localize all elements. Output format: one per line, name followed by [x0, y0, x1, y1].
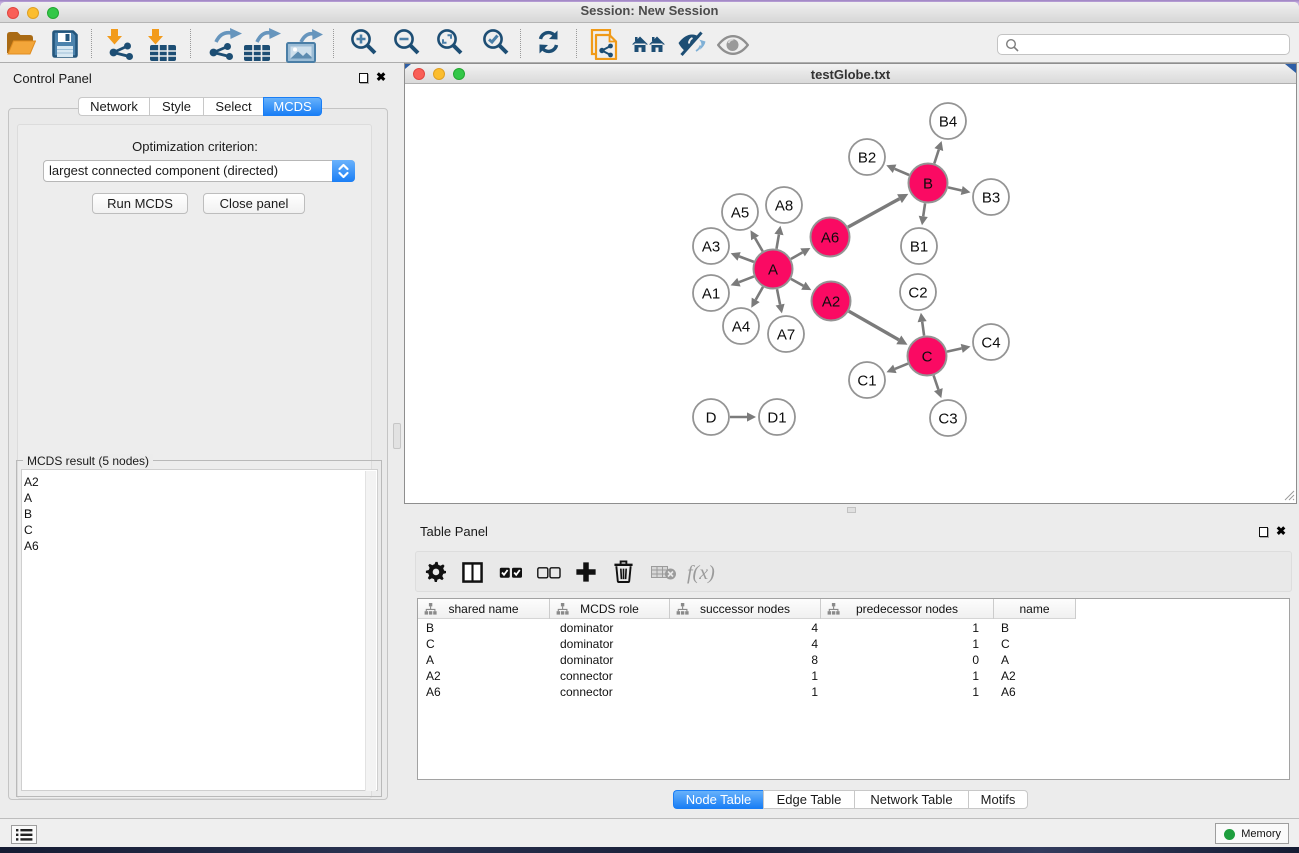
svg-text:A2: A2 [822, 294, 840, 311]
svg-text:B2: B2 [858, 150, 876, 167]
svg-text:D1: D1 [767, 410, 786, 427]
svg-text:A5: A5 [731, 205, 749, 222]
svg-text:C2: C2 [908, 285, 927, 302]
svg-text:C1: C1 [857, 373, 876, 390]
svg-text:A8: A8 [775, 198, 793, 215]
svg-text:B1: B1 [910, 239, 928, 256]
svg-text:A6: A6 [821, 230, 839, 247]
svg-text:B3: B3 [982, 190, 1000, 207]
svg-text:A3: A3 [702, 239, 720, 256]
svg-text:A: A [768, 262, 778, 279]
svg-text:B: B [923, 176, 933, 193]
svg-text:A4: A4 [732, 319, 750, 336]
svg-text:B4: B4 [939, 114, 957, 131]
svg-text:A7: A7 [777, 327, 795, 344]
svg-text:D: D [706, 410, 717, 427]
svg-text:A1: A1 [702, 286, 720, 303]
svg-text:C3: C3 [938, 411, 957, 428]
svg-text:C: C [922, 349, 933, 366]
svg-text:C4: C4 [981, 335, 1000, 352]
